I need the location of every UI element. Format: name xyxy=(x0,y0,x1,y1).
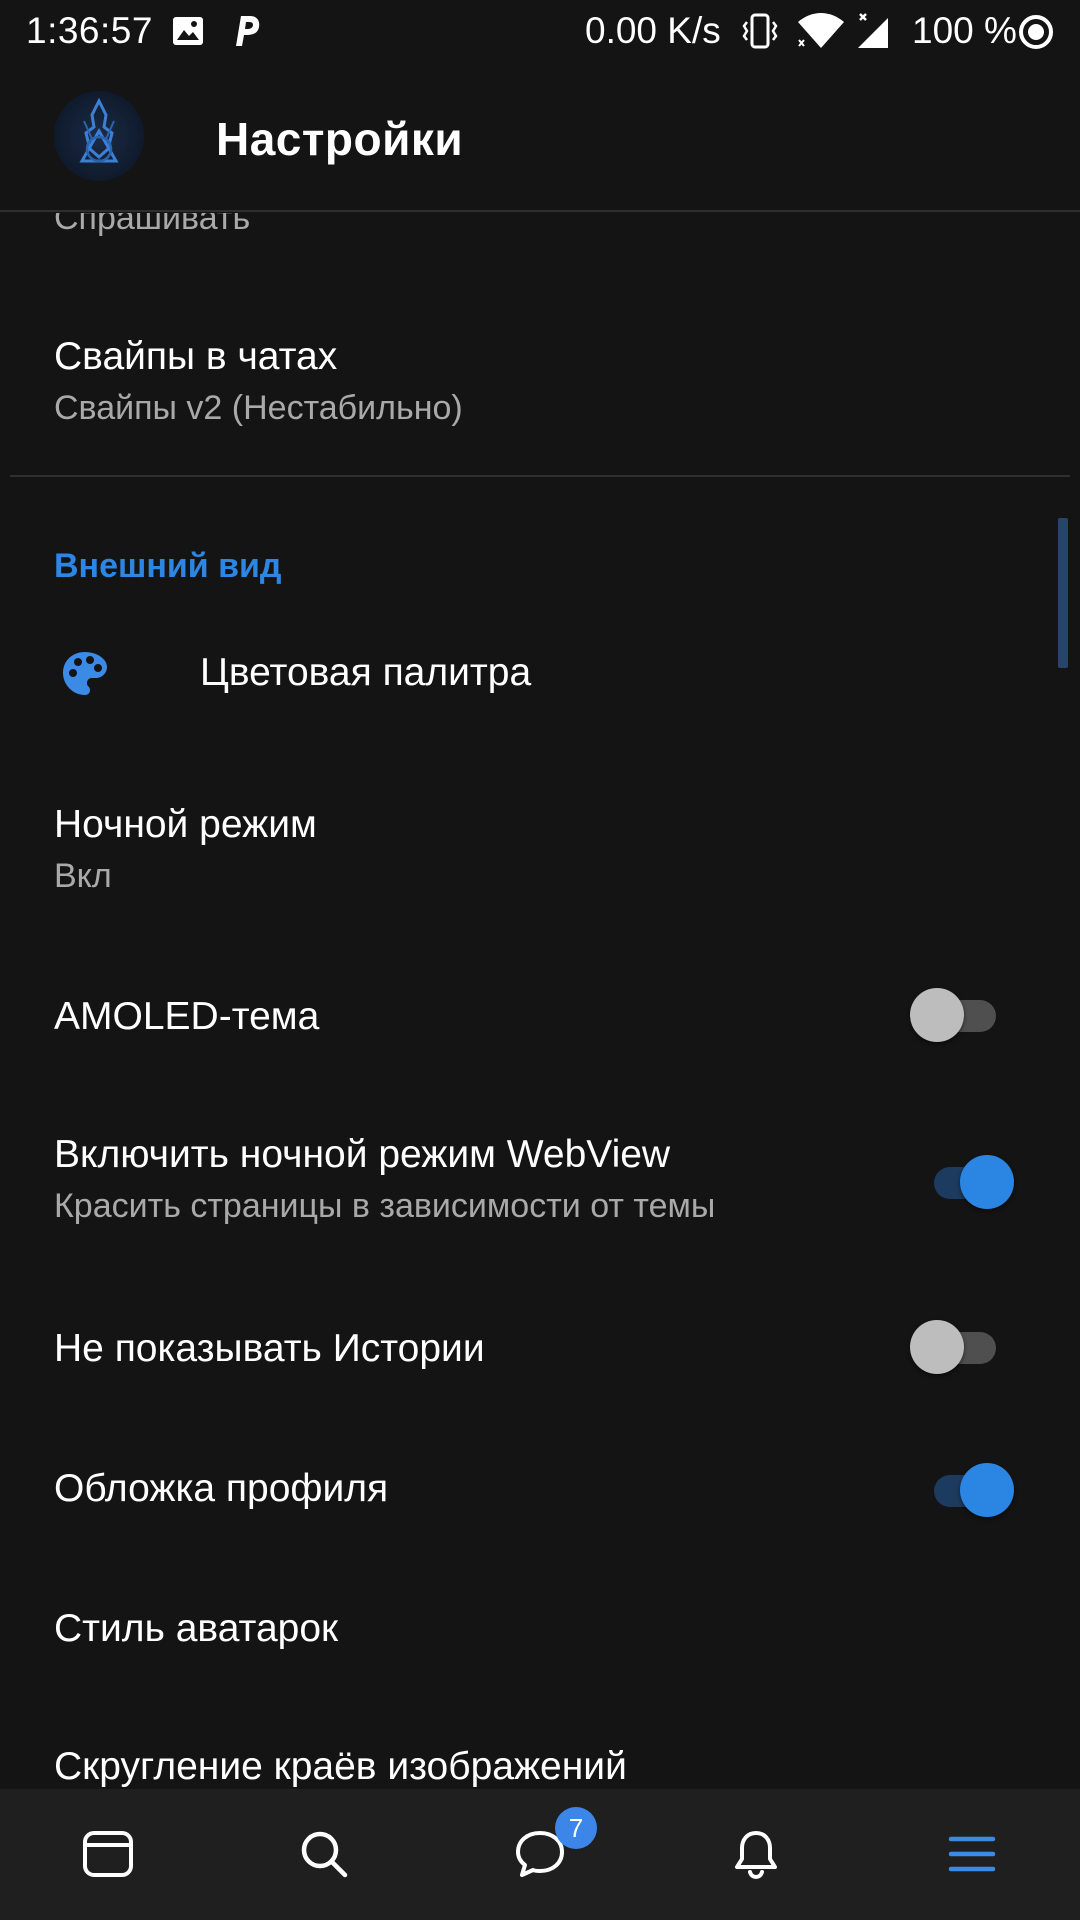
setting-title: Ночной режим xyxy=(54,803,317,846)
battery-level: 100 % xyxy=(912,10,1017,51)
status-bar: 1:36:57 0.00 K/s 100 % xyxy=(0,0,1080,64)
wolf-emblem-icon xyxy=(79,97,119,163)
section-divider xyxy=(10,475,1070,477)
setting-title: Скругление краёв изображений xyxy=(54,1745,627,1788)
setting-subtitle: Красить страницы в зависимости от темы xyxy=(54,1187,716,1225)
search-icon xyxy=(301,1831,348,1878)
feed-icon xyxy=(83,1831,133,1877)
profile-cover-toggle[interactable] xyxy=(924,1462,1014,1518)
app-bar: Настройки xyxy=(0,64,1080,212)
nav-search[interactable] xyxy=(216,1789,432,1920)
notifications-icon xyxy=(735,1831,777,1880)
setting-amoled-theme[interactable]: AMOLED-тема xyxy=(54,995,319,1039)
setting-title: Не показывать Истории xyxy=(54,1327,485,1370)
menu-icon xyxy=(948,1836,996,1872)
setting-title: Включить ночной режим WebView xyxy=(54,1133,671,1176)
webview-night-toggle[interactable] xyxy=(924,1154,1014,1210)
palette-icon xyxy=(63,652,107,695)
setting-title: AMOLED-тема xyxy=(54,995,320,1038)
network-speed: 0.00 K/s xyxy=(585,10,721,51)
setting-swipes[interactable]: Свайпы в чатах Свайпы v2 (Нестабильно) xyxy=(54,335,463,428)
hide-stories-toggle[interactable] xyxy=(910,1319,1000,1375)
setting-subtitle: Вкл xyxy=(54,857,112,895)
toggle-thumb xyxy=(910,1320,964,1374)
setting-title: Свайпы в чатах xyxy=(54,335,338,378)
nav-menu[interactable] xyxy=(864,1789,1080,1920)
setting-color-palette[interactable]: Цветовая палитра xyxy=(54,641,1014,721)
bottom-navigation: 7 xyxy=(0,1789,1080,1920)
signal-icon xyxy=(858,13,888,48)
setting-subtitle: Свайпы v2 (Нестабильно) xyxy=(54,389,463,427)
setting-subtitle: Спрашивать xyxy=(54,213,251,237)
ring-status-icon xyxy=(1019,15,1053,49)
status-time: 1:36:57 xyxy=(26,10,153,51)
setting-night-mode[interactable]: Ночной режим Вкл xyxy=(54,803,317,896)
vibrate-icon xyxy=(742,13,778,49)
setting-title: Цветовая палитра xyxy=(200,651,532,694)
toggle-thumb xyxy=(960,1155,1014,1209)
nav-messages[interactable] xyxy=(432,1789,648,1920)
nav-notifications[interactable] xyxy=(648,1789,864,1920)
nav-feed[interactable] xyxy=(0,1789,216,1920)
setting-title: Стиль аватарок xyxy=(54,1607,339,1650)
image-notification-icon xyxy=(173,17,203,45)
setting-avatar-style[interactable]: Стиль аватарок xyxy=(54,1607,338,1651)
setting-profile-cover[interactable]: Обложка профиля xyxy=(54,1467,388,1511)
partial-setting-item[interactable]: Спрашивать xyxy=(54,213,250,238)
setting-title: Обложка профиля xyxy=(54,1467,389,1510)
toggle-thumb xyxy=(910,988,964,1042)
scrollbar[interactable] xyxy=(1058,518,1068,668)
toggle-thumb xyxy=(960,1463,1014,1517)
messages-badge: 7 xyxy=(555,1807,597,1849)
p-notification-icon xyxy=(236,16,260,46)
setting-image-rounding[interactable]: Скругление краёв изображений xyxy=(54,1745,627,1789)
setting-hide-stories[interactable]: Не показывать Истории xyxy=(54,1327,485,1371)
section-header-appearance: Внешний вид xyxy=(54,547,282,585)
setting-webview-night[interactable]: Включить ночной режим WebView Красить ст… xyxy=(54,1133,715,1226)
amoled-toggle[interactable] xyxy=(910,987,1000,1043)
avatar[interactable] xyxy=(54,91,144,181)
wifi-icon xyxy=(798,13,844,48)
settings-list[interactable]: Спрашивать Свайпы в чатах Свайпы v2 (Нес… xyxy=(0,213,1080,1789)
page-title: Настройки xyxy=(216,113,464,165)
